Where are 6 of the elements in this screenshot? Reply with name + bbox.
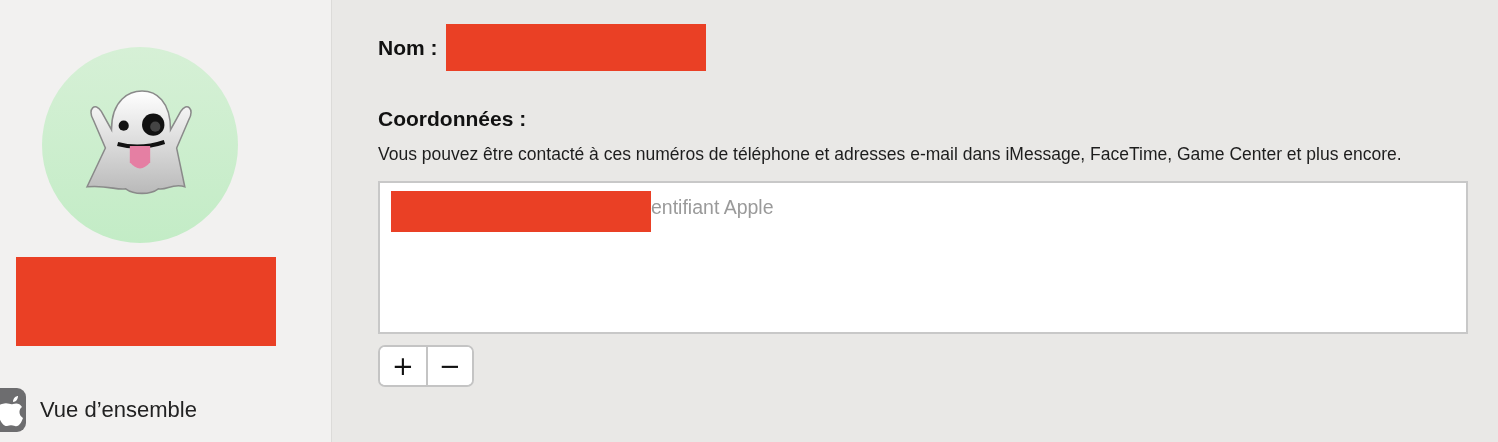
apple-logo-icon — [0, 388, 28, 432]
remove-button[interactable]: − — [426, 347, 472, 385]
name-label: Nom : — [378, 35, 438, 60]
section-heading: Coordonnées : — [378, 107, 527, 131]
description-text: Vous pouvez être contacté à ces numéros de téléphone et adresses e-mail dans iMessage, FaceTime, Game Center et plus encore. — [378, 143, 1403, 166]
sidebar-item[interactable]: Vue d’ensemble — [0, 388, 197, 432]
